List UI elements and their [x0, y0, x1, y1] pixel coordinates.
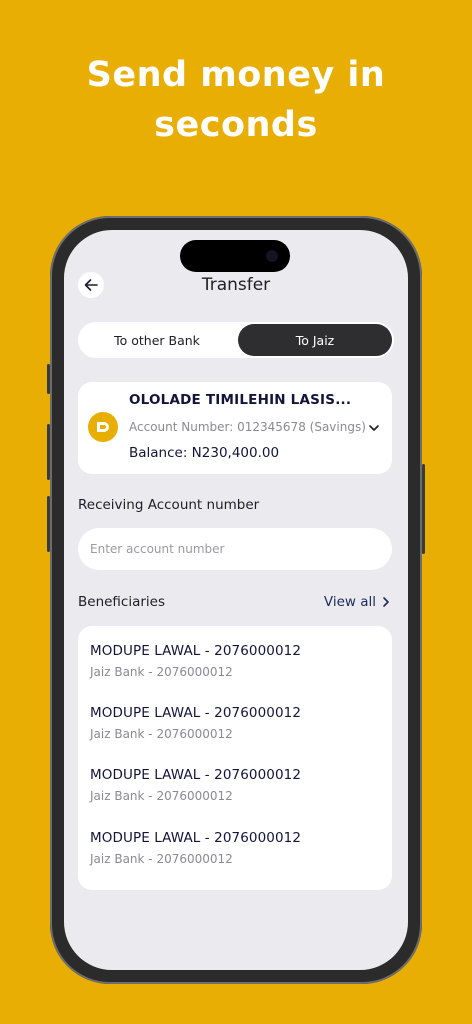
beneficiary-item[interactable]: MODUPE LAWAL - 2076000012 Jaiz Bank - 20… [90, 703, 380, 753]
phone-volume-up-button [47, 424, 50, 480]
beneficiary-item[interactable]: MODUPE LAWAL - 2076000012 Jaiz Bank - 20… [90, 828, 380, 878]
chevron-down-icon[interactable] [368, 422, 380, 434]
tab-to-other-bank[interactable]: To other Bank [80, 324, 234, 356]
beneficiary-name: MODUPE LAWAL - 2076000012 [90, 767, 302, 783]
tab-to-jaiz[interactable]: To Jaiz [238, 324, 392, 356]
front-camera [266, 250, 278, 262]
phone-power-button [422, 464, 425, 554]
beneficiaries-label: Beneficiaries [78, 594, 166, 610]
beneficiary-bank: Jaiz Bank - 2076000012 [90, 665, 233, 679]
promo-headline-line1: Send money in [86, 55, 386, 95]
beneficiary-item[interactable]: MODUPE LAWAL - 2076000012 Jaiz Bank - 20… [90, 641, 380, 691]
source-account-selector[interactable]: OLOLADE TIMILEHIN LASIS... Account Numbe… [78, 382, 392, 474]
beneficiaries-list: MODUPE LAWAL - 2076000012 Jaiz Bank - 20… [78, 626, 392, 890]
account-balance: Balance: N230,400.00 [129, 445, 280, 461]
view-all-link[interactable]: View all [324, 594, 390, 610]
beneficiary-item[interactable]: MODUPE LAWAL - 2076000012 Jaiz Bank - 20… [90, 765, 380, 815]
chevron-right-icon [383, 597, 389, 607]
beneficiary-name: MODUPE LAWAL - 2076000012 [90, 705, 302, 721]
jaiz-logo-icon [88, 412, 118, 442]
promo-headline: Send money in seconds [0, 50, 472, 150]
view-all-label: View all [323, 594, 376, 610]
beneficiary-bank: Jaiz Bank - 2076000012 [90, 727, 233, 741]
page-title: Transfer [201, 275, 271, 295]
phone-frame: Transfer To other Bank To Jaiz OLOLADE T… [47, 216, 425, 984]
app-screen: Transfer To other Bank To Jaiz OLOLADE T… [64, 230, 408, 970]
beneficiary-name: MODUPE LAWAL - 2076000012 [90, 830, 302, 846]
receiving-account-label: Receiving Account number [78, 497, 260, 513]
account-name: OLOLADE TIMILEHIN LASIS... [129, 392, 352, 408]
phone-volume-down-button [47, 496, 50, 552]
dynamic-island [180, 240, 290, 272]
beneficiary-name: MODUPE LAWAL - 2076000012 [90, 643, 302, 659]
account-number-input[interactable] [78, 528, 392, 570]
promo-headline-line2: seconds [154, 105, 318, 145]
transfer-type-tabs: To other Bank To Jaiz [78, 322, 394, 358]
beneficiary-bank: Jaiz Bank - 2076000012 [90, 789, 233, 803]
account-number: Account Number: 012345678 (Savings) [129, 420, 366, 434]
phone-action-button [47, 364, 50, 394]
beneficiary-bank: Jaiz Bank - 2076000012 [90, 852, 233, 866]
